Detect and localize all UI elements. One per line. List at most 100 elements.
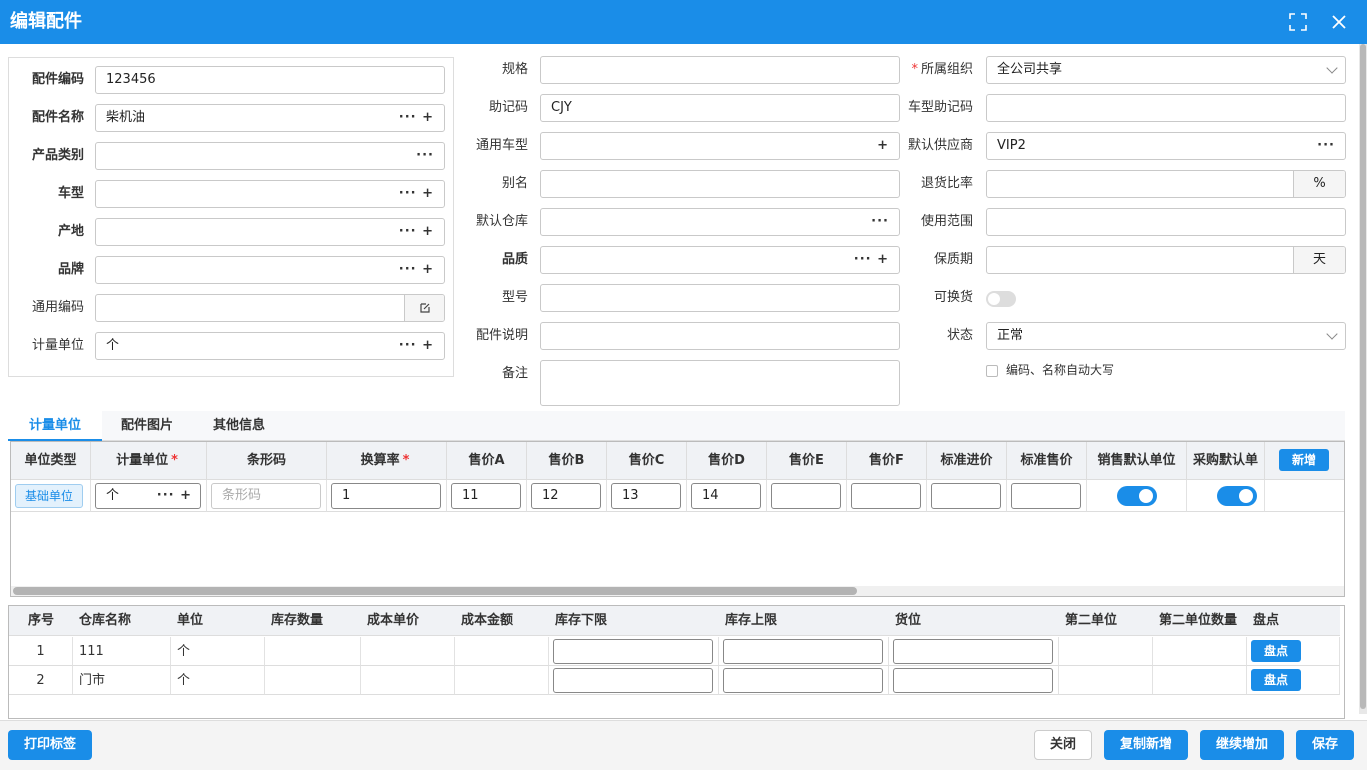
return-ratio-label: 退货比率 [920,176,973,191]
tab-images[interactable]: 配件图片 [112,411,182,441]
stock-cell [1153,666,1247,695]
middle-field-4[interactable]: ··· [540,208,900,236]
unit-col-header-2: 条形码 [207,442,327,480]
unit-price-b-input[interactable]: 12 [531,483,601,509]
save-button[interactable]: 保存 [1296,730,1354,760]
left-field-4[interactable]: ··· + [95,218,445,246]
middle-field-3[interactable] [540,170,900,198]
stocktake-button[interactable]: 盘点 [1251,669,1301,691]
more-plus-icon[interactable]: ··· + [854,247,889,273]
max-stock-input[interactable] [723,639,883,664]
more-plus-icon[interactable]: ··· + [399,257,434,283]
model-code-label: 车型助记码 [907,100,973,115]
stock-cell: 111 [73,637,171,666]
vertical-scrollbar[interactable] [1359,44,1367,714]
supplier-input[interactable]: VIP2 ··· [986,132,1346,160]
middle-field-1[interactable]: CJY [540,94,900,122]
location-input[interactable] [893,668,1053,693]
close-button[interactable]: 关闭 [1034,730,1092,760]
shelf-life-input[interactable]: 天 [986,246,1346,274]
stock-cell [361,666,455,695]
stock-cell [455,637,549,666]
stock-cell: 个 [171,666,265,695]
edit-icon[interactable] [404,295,444,321]
stock-col-header-0: 序号 [9,606,73,636]
middle-field-2[interactable]: + [540,132,900,160]
sale-default-toggle[interactable] [1117,486,1157,506]
unit-cell-14 [1265,480,1344,512]
middle-label-2: 通用车型 [475,138,528,153]
min-stock-input[interactable] [553,639,713,664]
barcode-input[interactable]: 条形码 [211,483,321,509]
max-stock-input[interactable] [723,668,883,693]
middle-field-5[interactable]: ··· + [540,246,900,274]
left-field-3[interactable]: ··· + [95,180,445,208]
more-plus-icon[interactable]: ··· + [399,181,434,207]
org-label: * 所属组织 [911,62,973,77]
print-label-button[interactable]: 打印标签 [8,730,92,760]
unit-price-d-input[interactable]: 14 [691,483,761,509]
model-code-input[interactable] [986,94,1346,122]
add-unit-button[interactable]: 新增 [1279,449,1329,471]
more-plus-icon[interactable]: ··· [416,143,434,169]
unit-price-a-input[interactable]: 11 [451,483,521,509]
tab-other-info[interactable]: 其他信息 [204,411,274,441]
middle-field-6[interactable] [540,284,900,312]
unit-std-in-input[interactable] [931,483,1001,509]
middle-label-0: 规格 [501,62,528,77]
tab-units[interactable]: 计量单位 [8,411,102,441]
left-field-5[interactable]: ··· + [95,256,445,284]
unit-select[interactable]: 个 ··· + [95,483,201,509]
left-field-7[interactable]: 个 ··· + [95,332,445,360]
min-stock-input[interactable] [553,668,713,693]
return-ratio-input[interactable]: % [986,170,1346,198]
more-plus-icon[interactable]: + [877,133,889,159]
stock-cell [1059,666,1153,695]
unit-price-c-input[interactable]: 13 [611,483,681,509]
unit-col-header-9: 售价F [847,442,927,480]
middle-field-0[interactable] [540,56,900,84]
stock-grid: 序号 仓库名称 单位 库存数量 成本单价 成本金额 库存下限 库存上限 货位 第二单位 第二单位数量… [8,605,1345,719]
uppercase-checkbox[interactable] [986,365,998,377]
middle-label-7: 配件说明 [475,328,528,343]
unit-col-header-13: 采购默认单 [1187,442,1265,480]
continue-add-button[interactable]: 继续增加 [1200,730,1284,760]
status-select[interactable]: 正常 [986,322,1346,350]
left-label-3: 车型 [57,186,84,201]
copy-new-button[interactable]: 复制新增 [1104,730,1188,760]
maximize-icon[interactable] [1285,9,1311,35]
more-plus-icon[interactable]: ··· + [399,333,434,359]
footer-bar: 打印标签 关闭 复制新增 继续增加 保存 [0,720,1367,770]
scope-input[interactable] [986,208,1346,236]
more-plus-icon[interactable]: ··· + [399,105,434,131]
middle-field-8[interactable] [540,360,900,406]
more-plus-icon[interactable]: ··· + [157,484,192,508]
middle-field-7[interactable] [540,322,900,350]
location-input[interactable] [893,639,1053,664]
left-label-0: 配件编码 [31,72,84,87]
unit-rate-input[interactable]: 1 [331,483,441,509]
close-icon[interactable] [1326,9,1352,35]
horizontal-scrollbar[interactable] [11,586,1344,596]
left-field-1[interactable]: 柴机油 ··· + [95,104,445,132]
purchase-default-toggle[interactable] [1217,486,1257,506]
more-plus-icon[interactable]: ··· [871,209,889,235]
more-icon[interactable]: ··· [1317,133,1335,159]
unit-std-out-input[interactable] [1011,483,1081,509]
stock-cell [455,666,549,695]
unit-price-f-input[interactable] [851,483,921,509]
left-field-0[interactable]: 123456 [95,66,445,94]
org-select[interactable]: 全公司共享 [986,56,1346,84]
more-plus-icon[interactable]: ··· + [399,219,434,245]
unit-price-e-input[interactable] [771,483,841,509]
exchange-toggle[interactable] [986,291,1016,307]
left-field-6[interactable] [95,294,445,322]
stock-col-header-5: 成本金额 [455,606,549,636]
stock-col-header-1: 仓库名称 [73,606,171,636]
supplier-label: 默认供应商 [907,138,973,153]
stocktake-button[interactable]: 盘点 [1251,640,1301,662]
left-field-2[interactable]: ··· [95,142,445,170]
middle-label-3: 别名 [501,176,528,191]
shelf-life-label: 保质期 [933,252,973,267]
left-label-7: 计量单位 [31,338,84,353]
